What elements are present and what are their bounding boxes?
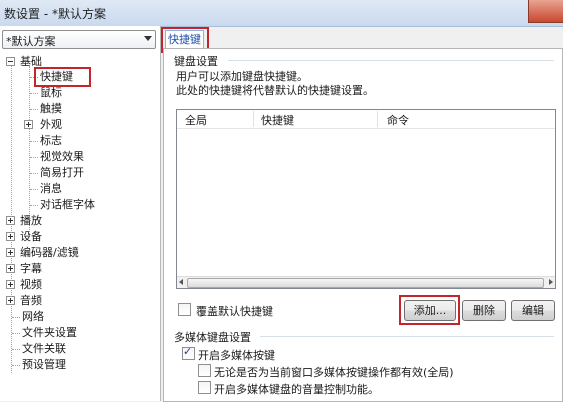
- hotkey-list-header: 全局 快捷键 命令: [177, 110, 555, 129]
- tree-item-dialog-font[interactable]: 对话框字体: [40, 197, 95, 212]
- delete-button[interactable]: 删除: [462, 300, 506, 321]
- volume-control-checkbox[interactable]: [198, 381, 211, 394]
- keyboard-group-title: 键盘设置: [174, 55, 218, 68]
- tree-item-preset-manage[interactable]: 预设管理: [22, 357, 66, 372]
- tree-item-playback[interactable]: 播放: [20, 213, 42, 228]
- tree-item-mouse[interactable]: 鼠标: [40, 85, 62, 100]
- close-icon[interactable]: [528, 0, 563, 23]
- expand-icon[interactable]: [6, 216, 15, 225]
- expand-icon[interactable]: [6, 232, 15, 241]
- tree-item-messages[interactable]: 消息: [40, 181, 62, 196]
- override-default-checkbox[interactable]: [178, 303, 191, 316]
- tree-item-network[interactable]: 网络: [22, 309, 44, 324]
- tree-item-quick-open[interactable]: 简易打开: [40, 165, 84, 180]
- column-command[interactable]: 命令: [387, 112, 409, 128]
- expand-icon[interactable]: [6, 248, 15, 257]
- preset-value: *默认方案: [6, 35, 56, 48]
- global-media-keys-label: 无论是否为当前窗口多媒体按键操作都有效(全局): [214, 366, 454, 379]
- tree-item-visual-effects[interactable]: 视觉效果: [40, 149, 84, 164]
- expand-icon[interactable]: [24, 120, 33, 129]
- expand-icon[interactable]: [6, 296, 15, 305]
- tree-item-audio[interactable]: 音频: [20, 293, 42, 308]
- tree-item-folder-settings[interactable]: 文件夹设置: [22, 325, 77, 340]
- column-hotkey[interactable]: 快捷键: [261, 112, 294, 128]
- settings-sidebar: *默认方案 基础 快捷键 鼠标 触摸 外观 标志 视觉效果 简易打开 消息 对话: [0, 26, 161, 401]
- tree-item-codecs[interactable]: 编码器/滤镜: [20, 245, 79, 260]
- tree-item-devices[interactable]: 设备: [20, 229, 42, 244]
- edit-button[interactable]: 编辑: [511, 300, 555, 321]
- settings-content: 快捷键 键盘设置 用户可以添加键盘快捷键。 此处的快捷键将代替默认的快捷键设置。…: [161, 26, 563, 402]
- tree-item-appearance[interactable]: 外观: [40, 117, 62, 132]
- window-title: 数设置 - *默认方案: [4, 7, 106, 21]
- title-bar: 数设置 - *默认方案: [0, 0, 563, 27]
- enable-media-keys-label: 开启多媒体按键: [198, 349, 275, 362]
- horizontal-scrollbar[interactable]: [177, 276, 555, 288]
- preset-dropdown[interactable]: *默认方案: [2, 30, 156, 49]
- media-group-title: 多媒体键盘设置: [174, 331, 251, 344]
- tree-item-file-assoc[interactable]: 文件关联: [22, 341, 66, 356]
- volume-control-label: 开启多媒体键盘的音量控制功能。: [214, 383, 379, 396]
- tree-item-logo[interactable]: 标志: [40, 133, 62, 148]
- tree-item-subtitles[interactable]: 字幕: [20, 261, 42, 276]
- keyboard-desc-2: 此处的快捷键将代替默认的快捷键设置。: [176, 84, 374, 97]
- tree-item-touch[interactable]: 触摸: [40, 101, 62, 116]
- highlight-box: [34, 67, 91, 87]
- expand-icon[interactable]: [6, 264, 15, 273]
- scroll-thumb[interactable]: [187, 278, 544, 288]
- enable-media-keys-checkbox[interactable]: [182, 345, 195, 360]
- highlight-box: [399, 295, 460, 325]
- tree-item-video[interactable]: 视频: [20, 277, 42, 292]
- global-media-keys-checkbox[interactable]: [198, 364, 211, 377]
- collapse-icon[interactable]: [6, 57, 15, 66]
- hotkey-list[interactable]: 全局 快捷键 命令: [176, 109, 556, 289]
- override-default-label: 覆盖默认快捷键: [196, 305, 273, 318]
- hotkeys-panel: 键盘设置 用户可以添加键盘快捷键。 此处的快捷键将代替默认的快捷键设置。 全局 …: [163, 48, 563, 402]
- column-global[interactable]: 全局: [185, 112, 207, 128]
- scroll-left-icon[interactable]: [179, 279, 183, 285]
- scroll-right-icon[interactable]: [549, 279, 553, 285]
- chevron-down-icon[interactable]: [144, 36, 152, 41]
- expand-icon[interactable]: [6, 280, 15, 289]
- keyboard-desc-1: 用户可以添加键盘快捷键。: [176, 70, 308, 83]
